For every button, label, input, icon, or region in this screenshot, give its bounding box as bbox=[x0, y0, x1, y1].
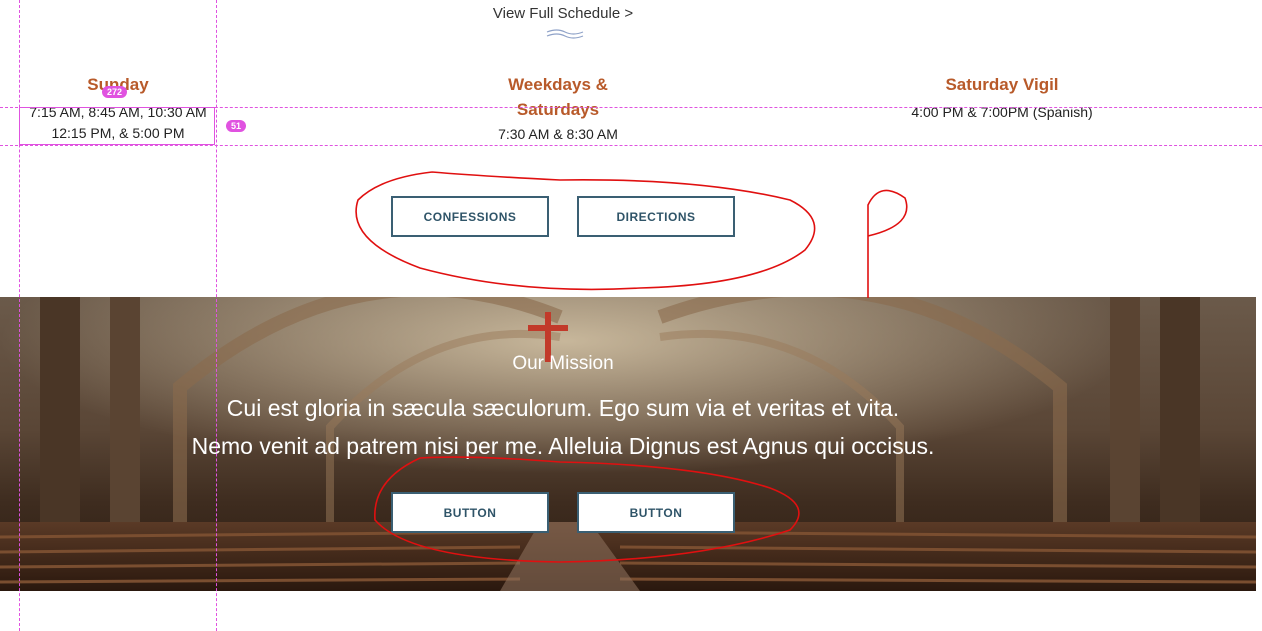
red-annotation-marks bbox=[355, 171, 908, 563]
